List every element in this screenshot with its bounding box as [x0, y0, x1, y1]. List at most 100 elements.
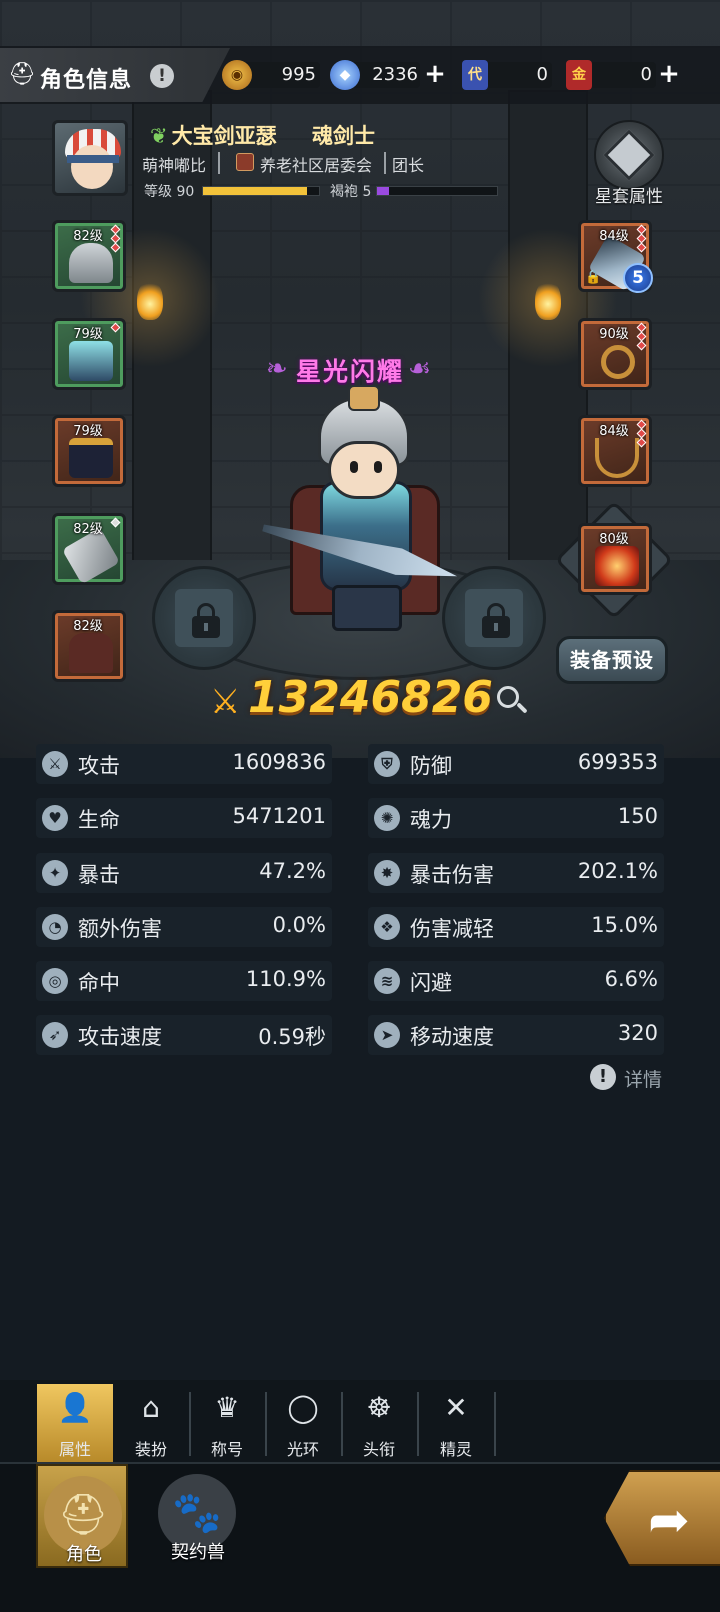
search-icon[interactable]: [495, 684, 529, 718]
details-link[interactable]: ! 详情: [590, 1064, 670, 1092]
gold-coin-icon: ◉: [222, 60, 252, 90]
target-icon: ◎: [42, 968, 68, 994]
robe-bar: [376, 186, 498, 196]
slot-level: 82级: [73, 619, 103, 634]
guild-emblem-icon: [236, 153, 254, 171]
move-speed-icon: ➤: [374, 1022, 400, 1048]
crit-icon: ✦: [42, 860, 68, 886]
currency-value: 0: [640, 64, 652, 85]
nav-contract-beast[interactable]: 🐾 契约兽: [152, 1464, 244, 1568]
stat-soul-power: ✺ 魂力 150: [368, 798, 664, 838]
tab-halo[interactable]: ◯ 光环: [265, 1384, 341, 1462]
level-bar: [202, 186, 320, 196]
stat-defense: ⛨ 防御 699353: [368, 744, 664, 784]
necklace-icon: [595, 438, 639, 478]
crystal-icon: ◆: [330, 60, 360, 90]
soul-icon: ✺: [374, 805, 400, 831]
tab-title[interactable]: ♛ 称号: [189, 1384, 265, 1462]
nav-character[interactable]: ⛑ 角色: [36, 1464, 128, 1568]
stat-crit-damage: ✸ 暴击伤害 202.1%: [368, 853, 664, 893]
locked-slot-left[interactable]: [152, 566, 256, 670]
attack-speed-icon: ➶: [42, 1022, 68, 1048]
dodge-icon: ≋: [374, 968, 400, 994]
torch-right-icon: [535, 280, 561, 320]
equip-slot-boots[interactable]: 79级: [52, 415, 126, 487]
voucher-card-icon: 代: [462, 60, 488, 90]
avatar[interactable]: [52, 120, 128, 196]
stat-attack-speed: ➶ 攻击速度 0.59秒: [36, 1015, 332, 1055]
combat-power-icon: ⚔: [210, 682, 241, 722]
hero-character: [270, 385, 460, 645]
sword-icon: ⚔: [42, 751, 68, 777]
emblem-icon: ☸: [366, 1391, 392, 1424]
level-label: 等级 90: [144, 184, 195, 200]
equipment-preset-button[interactable]: 装备预设: [556, 636, 668, 684]
player-name: ❦ 大宝剑亚瑟: [150, 124, 277, 148]
armor-icon: [69, 341, 113, 381]
stat-damage-reduction: ❖ 伤害减轻 15.0%: [368, 907, 664, 947]
person-icon: 👤: [57, 1391, 93, 1424]
stat-attack: ⚔ 攻击 1609836: [36, 744, 332, 784]
combat-power: 13246826: [248, 672, 493, 723]
extra-damage-icon: ◔: [42, 914, 68, 940]
stat-accuracy: ◎ 命中 110.9%: [36, 961, 332, 1001]
torch-left-icon: [137, 280, 163, 320]
laurel-right-icon: ☙: [408, 354, 432, 384]
stat-health: ♥ 生命 5471201: [36, 798, 332, 838]
equip-slot-helmet[interactable]: 82级: [52, 220, 126, 292]
shield-icon: ⛨: [374, 751, 400, 777]
stat-move-speed: ➤ 移动速度 320: [368, 1015, 664, 1055]
stat-extra-damage: ◔ 额外伤害 0.0%: [36, 907, 332, 947]
tab-rank[interactable]: ☸ 头衔: [341, 1384, 417, 1462]
equip-slot-cape[interactable]: 82级: [52, 610, 126, 682]
sprout-icon: ❦: [150, 124, 168, 148]
info-icon: !: [590, 1064, 616, 1090]
player-tag: 萌神嘟比: [142, 156, 207, 175]
hero-title: 星光闪耀: [295, 357, 404, 386]
stat-crit: ✦ 暴击 47.2%: [36, 853, 332, 893]
tab-outfit[interactable]: ⌂ 装扮: [113, 1384, 189, 1462]
star-set-button[interactable]: 星套属性: [586, 118, 676, 208]
player-class: 魂剑士: [312, 124, 375, 148]
currency-gold-card: 金 0 +: [566, 60, 686, 90]
padlock-icon: [482, 603, 510, 639]
halo-icon: ◯: [287, 1391, 319, 1424]
currency-crystal: ◆ 2336 +: [330, 60, 450, 90]
lock-icon: 🔒: [585, 270, 602, 285]
guild-role: 团长: [392, 156, 425, 175]
locked-slot-right[interactable]: [442, 566, 546, 670]
boots-icon: [69, 438, 113, 478]
equip-slot-relic[interactable]: 80级: [578, 523, 652, 595]
stat-dodge: ≋ 闪避 6.6%: [368, 961, 664, 1001]
padlock-icon: [192, 603, 220, 639]
star-set-label: 星套属性: [595, 187, 663, 207]
crown-icon: ♛: [214, 1391, 240, 1424]
heart-icon: ♥: [42, 805, 68, 831]
slot-level: 79级: [73, 424, 103, 439]
robe-label: 褐袍 5: [330, 184, 372, 200]
currency-value: 2336: [372, 64, 418, 85]
share-arrow-icon: ➦: [648, 1491, 690, 1549]
currency-gold: ◉ 995: [222, 60, 322, 90]
reduce-icon: ❖: [374, 914, 400, 940]
add-crystal-button[interactable]: +: [422, 61, 448, 88]
currency-value: 995: [281, 64, 316, 85]
add-gold-card-button[interactable]: +: [656, 61, 682, 88]
burst-icon: ✸: [374, 860, 400, 886]
tab-attributes[interactable]: 👤 属性: [37, 1384, 113, 1462]
equip-slot-ring[interactable]: 90级: [578, 318, 652, 390]
equip-slot-necklace[interactable]: 84级: [578, 415, 652, 487]
cape-icon: [69, 633, 113, 673]
gold-card-icon: 金: [566, 60, 592, 90]
currency-voucher: 代 0: [462, 60, 554, 90]
equip-slot-weapon[interactable]: 84级 🔒 5: [578, 220, 653, 293]
equip-slot-armor[interactable]: 79级: [52, 318, 126, 390]
helmet-icon: ⛑: [8, 62, 36, 87]
currency-value: 0: [536, 64, 548, 85]
tab-spirit[interactable]: ✕ 精灵: [418, 1384, 494, 1462]
hanger-icon: ⌂: [142, 1391, 160, 1424]
guild-name[interactable]: 养老社区居委会: [260, 152, 372, 176]
info-icon[interactable]: !: [150, 64, 174, 88]
equip-slot-gauntlet[interactable]: 82级: [52, 513, 126, 585]
star-badge-icon: 5: [623, 263, 653, 293]
